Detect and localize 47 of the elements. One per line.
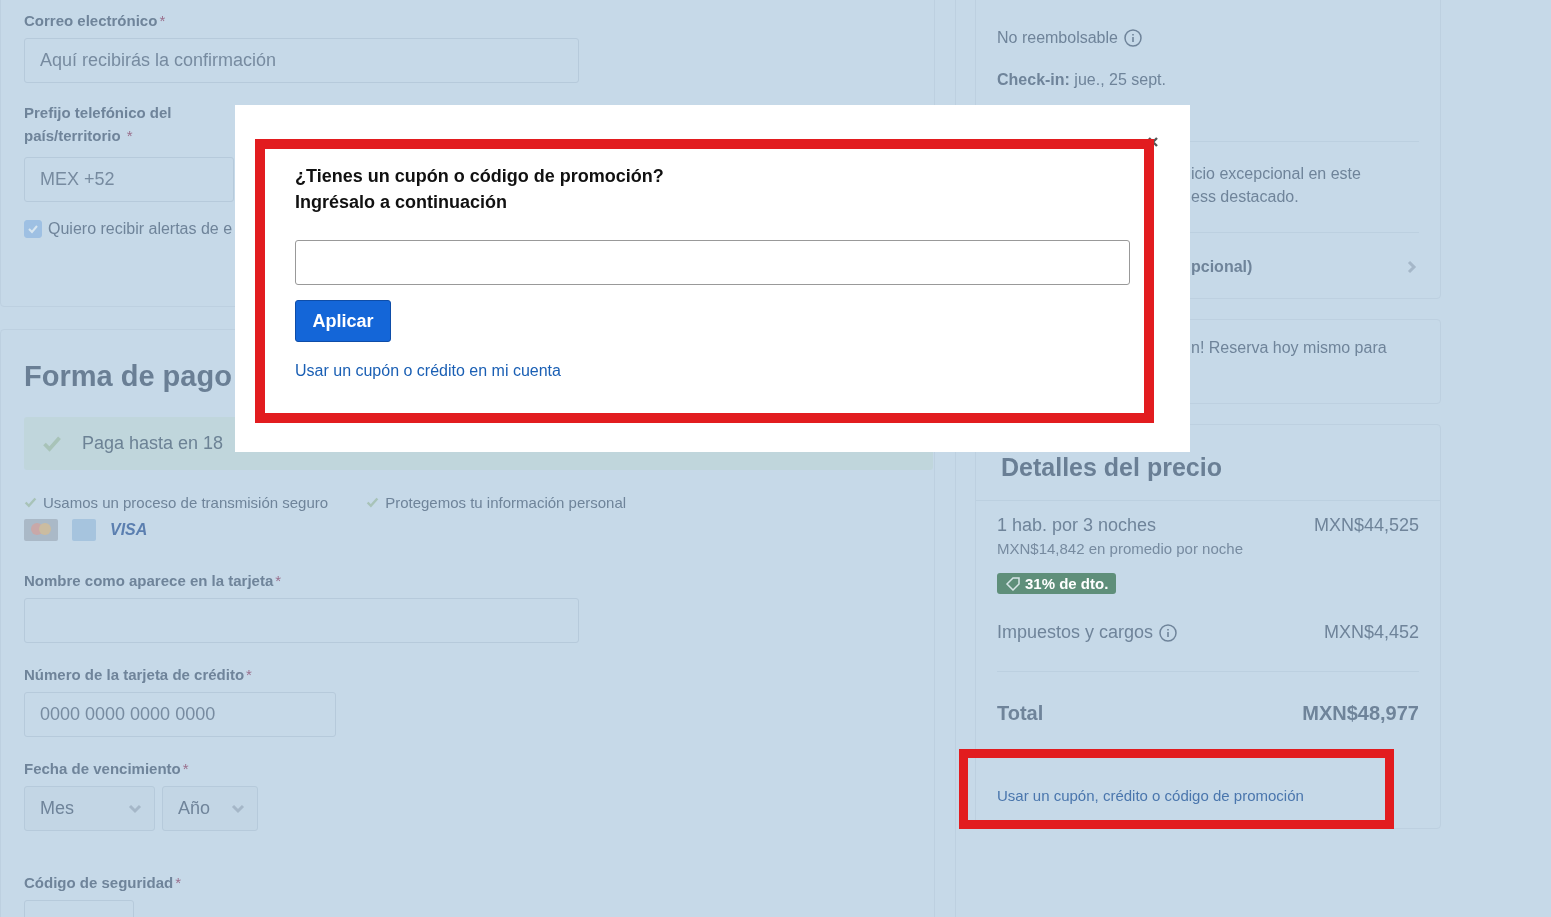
mastercard-logo-icon [24, 519, 58, 541]
close-icon[interactable] [1147, 136, 1159, 148]
info-icon [1159, 623, 1178, 642]
check-icon [24, 496, 37, 509]
chevron-right-icon [1405, 259, 1419, 274]
price-label: 1 hab. por 3 noches [997, 515, 1157, 536]
price-amount: MXN$4,452 [1323, 622, 1419, 643]
field-label: Número de la tarjeta de crédito* [24, 665, 253, 685]
info-icon [1123, 29, 1142, 47]
discount-badge: 31% de dto. [997, 573, 1117, 594]
card-number-field[interactable]: 0000 0000 0000 0000 [24, 692, 336, 737]
dropdown[interactable]: Año [162, 786, 258, 831]
promo-note: n! Reserva hoy mismo para [1191, 338, 1388, 358]
service-text: ess destacado. [1191, 187, 1300, 207]
field-label: Correo electrónico* [24, 11, 167, 31]
total-label: Total [997, 702, 1044, 725]
field-label: Nombre como aparece en la tarjeta* [24, 571, 283, 591]
dialog-title: ¿Tienes un cupón o código de promoción? [295, 165, 665, 188]
checkbox[interactable] [24, 220, 42, 238]
assurance-text: Protegemos tu información personal [385, 494, 627, 511]
optional-section: pcional) [1191, 255, 1253, 278]
refund-policy: No reembolsable [997, 29, 1118, 47]
price-label: Impuestos y cargos [997, 622, 1154, 643]
field-label: Código de seguridad* [24, 873, 183, 893]
dropdown[interactable]: Mes [24, 786, 155, 831]
visa-logo: VISA [110, 521, 148, 539]
checkbox-label: Quiero recibir alertas de e [48, 220, 233, 238]
service-text: icio excepcional en este [1191, 164, 1362, 184]
section-title: Forma de pago [24, 360, 232, 393]
dialog-title: Ingrésalo a continuación [295, 191, 509, 214]
checkmark-icon [27, 223, 39, 235]
check-icon [366, 496, 380, 509]
country-code-field[interactable]: MEX +52 [24, 157, 234, 202]
account-coupon-link[interactable]: Usar un cupón o crédito en mi cuenta [295, 362, 561, 380]
field-label: Prefijo telefónico del país/territorio * [24, 103, 173, 146]
field-label: Fecha de vencimiento* [24, 759, 190, 779]
total-amount: MXN$48,977 [1302, 702, 1419, 725]
apply-button[interactable]: Aplicar [295, 300, 391, 342]
email-field[interactable]: Aquí recibirás la confirmación [24, 38, 579, 83]
amex-logo-icon [72, 519, 96, 541]
coupon-code-field[interactable] [295, 240, 1130, 285]
price-title: Detalles del precio [1000, 452, 1223, 483]
price-amount: MXN$44,525 [1313, 515, 1419, 536]
price-note: MXN$14,842 en promedio por noche [997, 540, 1244, 557]
coupon-link[interactable]: Usar un cupón, crédito o código de promoción [997, 787, 1304, 804]
assurance-text: Usamos un proceso de transmisión seguro [43, 494, 329, 511]
checkin-date: Check-in: jue., 25 sept. [997, 71, 1166, 89]
